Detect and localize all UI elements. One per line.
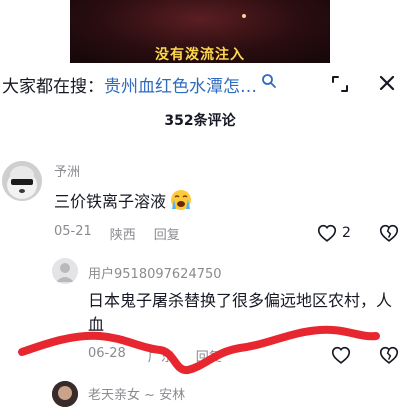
comment-location: 陕西 [109,228,136,243]
expand-icon[interactable] [330,74,350,94]
avatar-photo-icon [52,381,78,407]
dislike-heart-icon[interactable] [378,344,400,366]
close-button[interactable] [374,70,400,96]
avatar[interactable] [52,258,78,284]
heart-icon[interactable] [330,344,352,366]
dislike-heart-icon[interactable] [378,222,400,244]
comment-author[interactable]: 用户9518097624750 [88,263,222,282]
reply-button[interactable]: 回复 [154,224,180,243]
comment-meta: 06-28 广东 回复 [88,346,244,365]
dog-avatar-icon [2,161,42,201]
like-button[interactable]: 2 [316,222,351,244]
comment-location: 广东 [147,350,174,365]
loudly-crying-face-icon [171,190,192,210]
avatar[interactable] [2,161,42,201]
avatar[interactable] [52,381,78,407]
search-icon[interactable] [261,73,277,89]
search-prefix: 大家都在搜： [2,76,104,97]
comment-body: 三价铁离子溶液 [54,192,167,211]
search-term-link[interactable]: 贵州血红色水潭怎… [104,72,257,97]
comment-count-title: 352条评论 [164,113,236,129]
comment-meta: 05-21 陕西 回复 [54,224,198,243]
close-icon [379,75,395,91]
comment-text: 三价铁离子溶液 [54,188,192,212]
comment-date: 05-21 [54,224,92,239]
video-light-spot [242,14,246,18]
comment-author[interactable]: 老天亲女 ~ 安林 [88,384,185,403]
comment-author[interactable]: 予洲 [54,161,80,180]
comment-body: 日本鬼子屠杀替换了很多偏远地区农村，人血 [88,291,393,334]
comment-date: 06-28 [88,346,126,361]
default-avatar-icon [52,258,78,284]
heart-icon [317,224,337,242]
reply-button[interactable]: 回复 [196,346,222,365]
like-count: 2 [342,225,351,241]
video-caption: 没有泼流注入 [155,47,245,63]
video-preview[interactable]: 没有泼流注入 [70,0,330,63]
